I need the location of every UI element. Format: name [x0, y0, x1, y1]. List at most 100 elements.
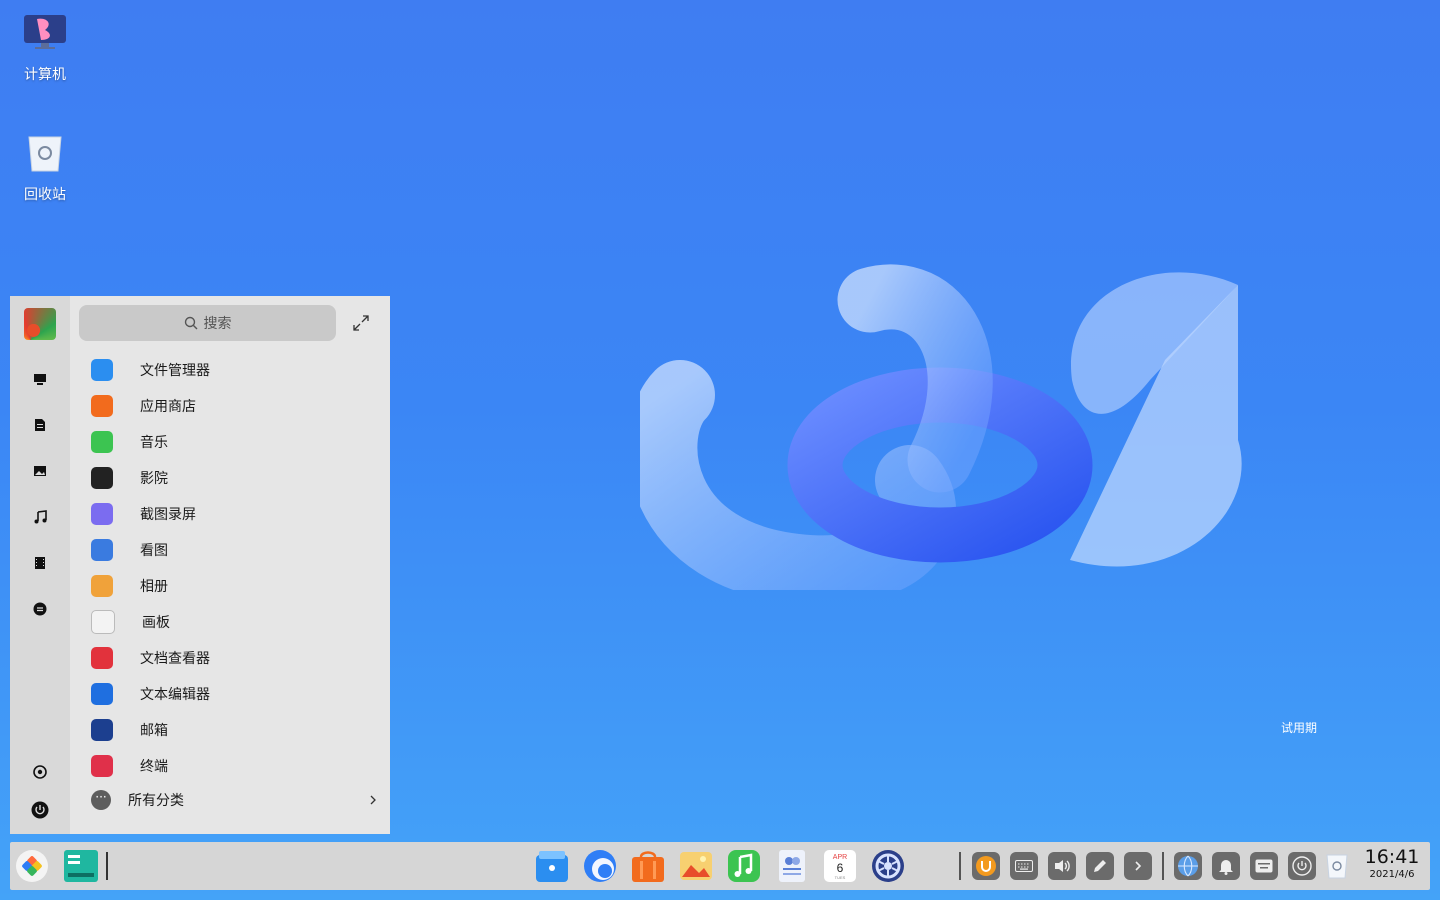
clock-date: 2021/4/6	[1369, 869, 1415, 880]
document-viewer-icon	[91, 647, 113, 669]
launcher-button[interactable]	[14, 848, 50, 884]
keyboard-icon	[1015, 860, 1033, 872]
tray-expand[interactable]	[1124, 852, 1152, 880]
expand-icon[interactable]	[352, 314, 370, 332]
settings-icon[interactable]	[30, 762, 50, 782]
avatar[interactable]	[24, 308, 56, 340]
desktop-icon-computer[interactable]: 计算机	[5, 14, 85, 84]
app-list: 文件管理器应用商店音乐影院截图录屏看图相册画板文档查看器文本编辑器邮箱终端	[88, 352, 388, 784]
trash-icon	[23, 134, 67, 178]
taskbar-calendar[interactable]: APR 6 TUES	[822, 848, 858, 884]
desktop-icon-trash[interactable]: 回收站	[5, 134, 85, 204]
picture-icon[interactable]	[30, 461, 50, 481]
search-input[interactable]: 搜索	[79, 305, 336, 341]
tray-input-method[interactable]	[972, 852, 1000, 880]
taskbar-album[interactable]	[678, 848, 714, 884]
app-label: 音乐	[140, 435, 168, 451]
app-label: 文档查看器	[140, 651, 210, 667]
clock-time: 16:41	[1364, 846, 1420, 868]
tray-pen[interactable]	[1086, 852, 1114, 880]
computer-icon	[23, 14, 67, 58]
tray-keyboard[interactable]	[1010, 852, 1038, 880]
app-label: 应用商店	[140, 399, 196, 415]
taskbar-file-manager[interactable]	[534, 848, 570, 884]
tray-power[interactable]	[1288, 852, 1316, 880]
music-note-icon[interactable]	[30, 507, 50, 527]
tray-notification[interactable]	[1212, 852, 1240, 880]
onboard-keyboard-icon	[1255, 859, 1273, 873]
trial-watermark: 试用期	[1281, 721, 1318, 735]
document-icon[interactable]	[30, 415, 50, 435]
taskbar-contacts[interactable]	[774, 848, 810, 884]
pen-icon	[1094, 860, 1106, 872]
network-icon	[1178, 855, 1198, 877]
trash-icon	[1326, 854, 1348, 879]
notification-bell-icon	[1219, 860, 1233, 875]
list-item[interactable]: 文本编辑器	[88, 676, 388, 712]
list-item[interactable]: 终端	[88, 748, 388, 784]
desktop-icon-label: 计算机	[24, 67, 66, 83]
app-label: 看图	[140, 543, 168, 559]
text-editor-icon	[91, 683, 113, 705]
clock[interactable]: 16:41 2021/4/6	[1362, 846, 1422, 882]
calendar-month: APR	[833, 854, 847, 861]
app-label: 截图录屏	[140, 507, 196, 523]
all-categories-label: 所有分类	[128, 793, 184, 809]
list-item[interactable]: 相册	[88, 568, 388, 604]
volume-icon	[1055, 860, 1070, 872]
taskbar-settings[interactable]	[870, 848, 906, 884]
all-categories-button[interactable]: ··· 所有分类	[88, 788, 378, 812]
taskbar-divider	[959, 852, 961, 880]
screenshot-icon	[91, 503, 113, 525]
list-item[interactable]: 截图录屏	[88, 496, 388, 532]
list-item[interactable]: 应用商店	[88, 388, 388, 424]
power-icon[interactable]	[30, 800, 50, 820]
taskbar-app-store[interactable]	[630, 848, 666, 884]
computer-icon[interactable]	[30, 369, 50, 389]
multitask-view-icon	[64, 850, 98, 882]
input-method-icon	[976, 856, 996, 876]
taskbar-music[interactable]	[726, 848, 762, 884]
taskbar-browser[interactable]	[582, 848, 618, 884]
file-manager-icon	[91, 359, 113, 381]
list-item[interactable]: 文档查看器	[88, 640, 388, 676]
image-viewer-icon	[91, 539, 113, 561]
tray-volume[interactable]	[1048, 852, 1076, 880]
app-label: 影院	[140, 471, 168, 487]
chevron-right-icon	[370, 795, 376, 805]
app-label: 终端	[140, 759, 168, 775]
app-store-icon	[91, 395, 113, 417]
app-label: 文本编辑器	[140, 687, 210, 703]
calendar-weekday: TUES	[835, 875, 846, 880]
album-icon	[91, 575, 113, 597]
start-menu: 搜索 文件管理器应用商店音乐影院截图录屏看图相册画板文档查看器文本编辑器邮箱终端…	[10, 296, 390, 834]
mail-icon	[91, 719, 113, 741]
app-label: 邮箱	[140, 723, 168, 739]
more-icon: ···	[91, 790, 111, 810]
music-icon	[728, 850, 760, 882]
list-item[interactable]: 文件管理器	[88, 352, 388, 388]
taskbar-divider	[1162, 852, 1164, 880]
start-menu-sidebar	[10, 296, 70, 834]
list-item[interactable]: 画板	[88, 604, 388, 640]
multitask-view-button[interactable]	[63, 848, 99, 884]
tray-network[interactable]	[1174, 852, 1202, 880]
list-item[interactable]: 音乐	[88, 424, 388, 460]
app-label: 画板	[142, 615, 170, 631]
contacts-icon	[779, 850, 805, 882]
download-icon[interactable]	[30, 599, 50, 619]
music-icon	[91, 431, 113, 453]
list-item[interactable]: 看图	[88, 532, 388, 568]
tray-onboard-keyboard[interactable]	[1250, 852, 1278, 880]
search-icon	[184, 316, 197, 330]
calendar-icon: APR 6 TUES	[824, 850, 856, 882]
list-item[interactable]: 影院	[88, 460, 388, 496]
video-icon[interactable]	[30, 553, 50, 573]
power-icon	[1292, 856, 1312, 876]
list-item[interactable]: 邮箱	[88, 712, 388, 748]
settings-icon	[872, 850, 904, 882]
search-placeholder: 搜索	[203, 316, 232, 332]
taskbar-trash[interactable]	[1322, 848, 1352, 884]
draw-icon	[91, 610, 115, 634]
taskbar: APR 6 TUES 16:41 2021/4/6	[10, 842, 1430, 890]
